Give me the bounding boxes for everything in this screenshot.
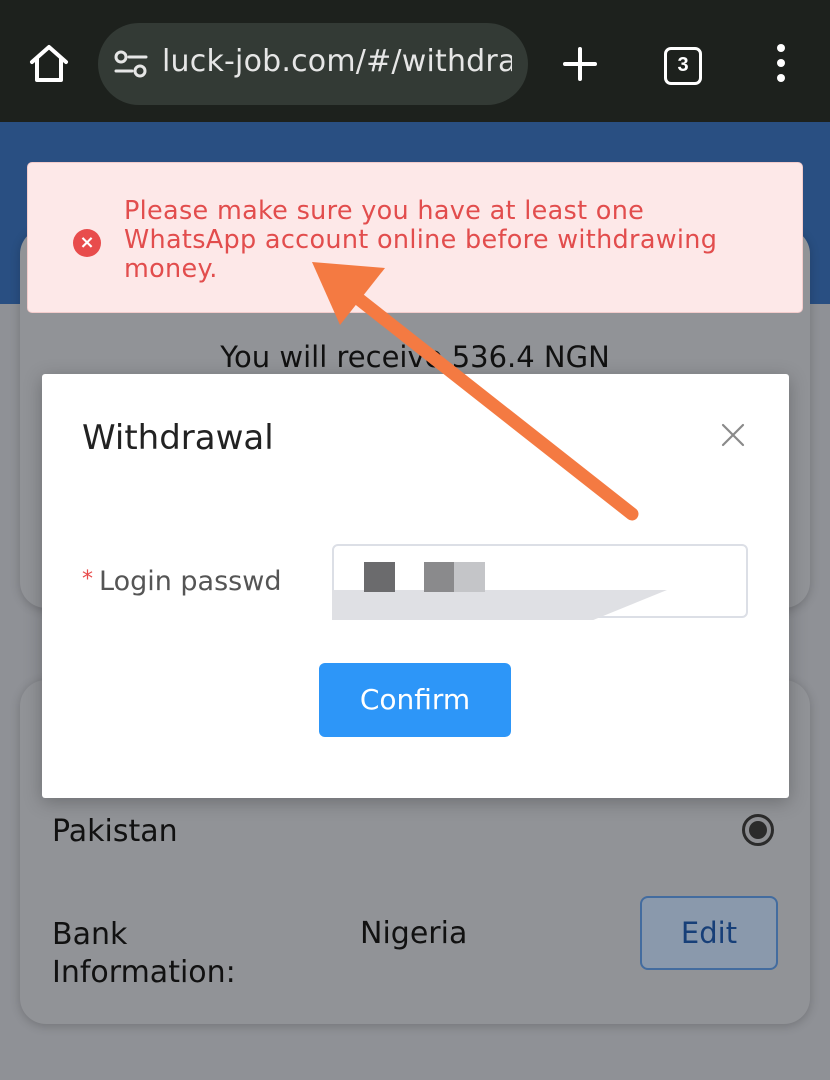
browser-toolbar: luck-job.com/#/withdraw 3 xyxy=(0,0,830,122)
password-label: * Login passwd xyxy=(82,566,281,597)
required-mark: * xyxy=(82,567,93,592)
redaction-block xyxy=(424,562,455,592)
dialog-title: Withdrawal xyxy=(82,418,274,458)
country-radio[interactable] xyxy=(742,814,774,846)
address-bar[interactable]: luck-job.com/#/withdraw xyxy=(98,23,528,105)
receive-amount-text: You will receive 536.4 NGN xyxy=(220,340,610,374)
error-icon: × xyxy=(73,229,101,257)
redacted-password xyxy=(332,536,682,624)
tab-switcher-button[interactable]: 3 xyxy=(664,47,702,85)
url-text[interactable]: luck-job.com/#/withdraw xyxy=(162,44,512,79)
more-menu-icon[interactable] xyxy=(770,44,792,86)
close-icon[interactable] xyxy=(720,422,746,448)
bank-information-value: Nigeria xyxy=(360,916,468,951)
edit-button[interactable]: Edit xyxy=(640,896,778,970)
password-label-text: Login passwd xyxy=(99,566,282,597)
redaction-block xyxy=(364,562,395,592)
new-tab-icon[interactable] xyxy=(560,44,600,84)
confirm-button[interactable]: Confirm xyxy=(319,663,511,737)
redaction-block xyxy=(454,562,485,592)
redaction-smear xyxy=(332,590,667,620)
country-label: Pakistan xyxy=(52,814,178,849)
error-alert: × Please make sure you have at least one… xyxy=(27,162,803,313)
site-settings-icon[interactable] xyxy=(114,49,148,79)
withdrawal-dialog: Withdrawal * Login passwd Confirm xyxy=(42,374,789,798)
bank-information-label: Bank Information: xyxy=(52,917,236,990)
alert-message: Please make sure you have at least one W… xyxy=(124,196,718,284)
home-icon[interactable] xyxy=(26,40,72,86)
